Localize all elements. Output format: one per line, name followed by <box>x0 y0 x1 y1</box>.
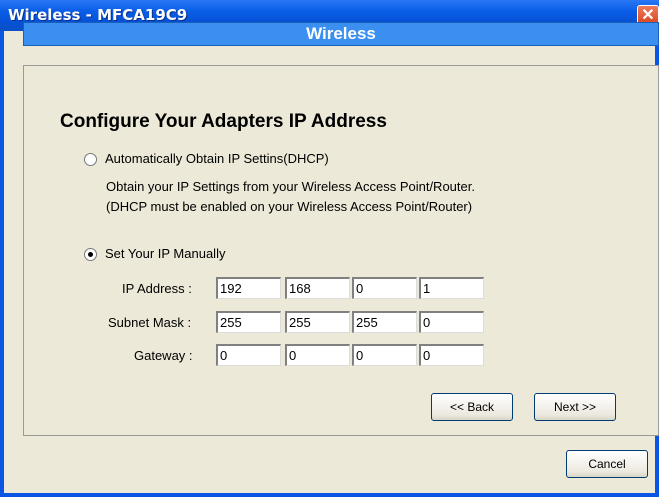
dhcp-description-line2: (DHCP must be enabled on your Wireless A… <box>106 199 473 214</box>
section-banner: Wireless <box>23 22 659 46</box>
ip-address-octet-4[interactable] <box>419 277 484 299</box>
next-button[interactable]: Next >> <box>534 393 616 421</box>
gateway-octet-3[interactable] <box>352 344 417 366</box>
subnet-mask-octet-3[interactable] <box>352 311 417 333</box>
manual-ip-radio[interactable] <box>84 248 97 261</box>
gateway-octet-1[interactable] <box>216 344 281 366</box>
subnet-mask-label: Subnet Mask : <box>108 315 192 330</box>
subnet-mask-octet-1[interactable] <box>216 311 281 333</box>
ip-address-octet-2[interactable] <box>285 277 350 299</box>
ip-address-label: IP Address : <box>122 281 192 296</box>
back-button[interactable]: << Back <box>431 393 513 421</box>
gateway-octet-4[interactable] <box>419 344 484 366</box>
page-heading: Configure Your Adapters IP Address <box>60 111 387 132</box>
dhcp-radio[interactable] <box>84 153 97 166</box>
subnet-mask-octet-2[interactable] <box>285 311 350 333</box>
window-bottom-border <box>4 493 655 497</box>
gateway-octet-2[interactable] <box>285 344 350 366</box>
manual-ip-label[interactable]: Set Your IP Manually <box>105 246 225 261</box>
dhcp-description-line1: Obtain your IP Settings from your Wirele… <box>106 179 475 194</box>
cancel-button[interactable]: Cancel <box>566 450 648 478</box>
subnet-mask-octet-4[interactable] <box>419 311 484 333</box>
gateway-label: Gateway : <box>134 348 193 363</box>
ip-address-octet-3[interactable] <box>352 277 417 299</box>
ip-address-octet-1[interactable] <box>216 277 281 299</box>
dhcp-label[interactable]: Automatically Obtain IP Settins(DHCP) <box>105 151 329 166</box>
